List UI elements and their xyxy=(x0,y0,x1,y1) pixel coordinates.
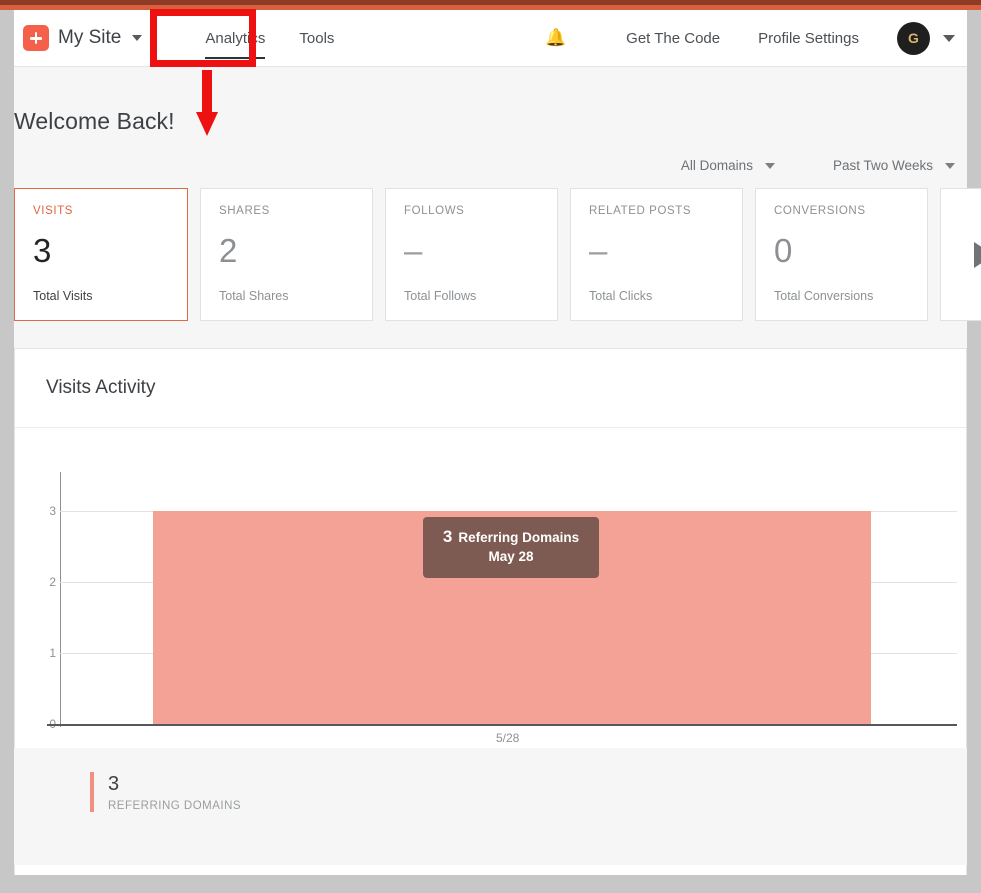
caret-down-icon xyxy=(945,162,955,169)
stat-card-label: VISITS xyxy=(33,205,74,217)
legend-color-swatch xyxy=(90,772,94,812)
chart-tooltip-line1: 3 Referring Domains xyxy=(441,527,581,547)
chart-x-axis xyxy=(47,724,957,726)
play-triangle-right-icon xyxy=(974,241,981,268)
chart-tooltip: 3 Referring Domains May 28 xyxy=(423,517,599,578)
stat-card-value: – xyxy=(404,232,423,269)
stat-card-label: SHARES xyxy=(219,205,270,217)
chart-x-tick-label: 5/28 xyxy=(496,731,520,745)
date-range-label: Past Two Weeks xyxy=(832,158,933,173)
panel-title: Visits Activity xyxy=(15,349,966,428)
chart-tooltip-date: May 28 xyxy=(488,549,534,564)
site-name-label: My Site xyxy=(58,27,122,48)
chart-tooltip-value: 3 xyxy=(442,527,453,546)
nav-item-tools-label: Tools xyxy=(299,29,335,47)
header-right-cluster: 🔔 Get The Code Profile Settings G xyxy=(545,21,967,55)
stat-card-conversions[interactable]: CONVERSIONS 0 Total Conversions xyxy=(755,188,928,321)
legend-label: REFERRING DOMAINS xyxy=(108,800,242,812)
bell-icon[interactable]: 🔔 xyxy=(545,28,566,48)
stat-card-visits[interactable]: VISITS 3 Total Visits xyxy=(14,188,188,321)
stat-card-desc: Total Follows xyxy=(404,289,477,303)
chevron-down-icon xyxy=(132,35,143,41)
stat-card-label: CONVERSIONS xyxy=(774,205,866,217)
bar-chart: 3 2 1 0 5/28 3Referring Domains May 28 xyxy=(14,472,967,745)
date-range-dropdown[interactable]: Past Two Weeks xyxy=(833,158,955,173)
stat-card-label: FOLLOWS xyxy=(404,205,465,217)
page-footer-band xyxy=(14,875,967,893)
nav-item-tools[interactable]: Tools xyxy=(282,10,351,67)
stat-card-follows[interactable]: FOLLOWS – Total Follows xyxy=(385,188,558,321)
chart-y-tick-label: 3 xyxy=(49,504,56,518)
screenshot-root: My Site Analytics Tools 🔔 Get The Code P… xyxy=(0,0,981,893)
chart-tooltip-label: Referring Domains xyxy=(458,530,580,545)
stat-card-desc: Total Visits xyxy=(33,289,93,303)
app-header: My Site Analytics Tools 🔔 Get The Code P… xyxy=(14,10,967,67)
chevron-down-icon[interactable] xyxy=(943,34,955,42)
stat-card-related-posts[interactable]: RELATED POSTS – Total Clicks xyxy=(570,188,743,321)
stat-card-desc: Total Shares xyxy=(219,289,289,303)
site-switcher[interactable]: My Site xyxy=(23,25,143,51)
avatar[interactable]: G xyxy=(897,21,930,55)
chart-legend-summary: 3 REFERRING DOMAINS xyxy=(90,772,241,812)
nav-item-analytics[interactable]: Analytics xyxy=(188,10,282,67)
page-gutter-right xyxy=(967,10,981,893)
stat-card-desc: Total Clicks xyxy=(589,289,653,303)
get-the-code-link[interactable]: Get The Code xyxy=(626,30,720,47)
down-arrow-icon xyxy=(196,70,218,136)
stat-card-value: 0 xyxy=(774,232,793,269)
page-title: Welcome Back! xyxy=(14,108,175,134)
stat-card-label: RELATED POSTS xyxy=(589,205,692,217)
stat-card-value: – xyxy=(589,232,608,269)
legend-value: 3 xyxy=(108,773,120,795)
main-nav: Analytics Tools xyxy=(188,10,351,67)
chart-y-tick-label: 2 xyxy=(49,575,56,589)
stat-card-desc: Total Conversions xyxy=(774,289,874,303)
caret-down-icon xyxy=(764,162,775,169)
chart-y-tick-label: 1 xyxy=(49,646,56,660)
page-gutter-left xyxy=(0,10,14,893)
domain-filter-dropdown[interactable]: All Domains xyxy=(681,158,775,173)
legend-text-block: 3 REFERRING DOMAINS xyxy=(108,772,241,812)
filter-bar: All Domains Past Two Weeks xyxy=(681,158,955,173)
stat-card-value: 3 xyxy=(33,232,52,269)
stat-card-shares[interactable]: SHARES 2 Total Shares xyxy=(200,188,373,321)
plus-square-icon xyxy=(23,25,49,51)
stat-cards-next-button[interactable] xyxy=(940,188,981,321)
profile-settings-link[interactable]: Profile Settings xyxy=(758,30,859,47)
nav-item-analytics-label: Analytics xyxy=(205,29,266,47)
stat-cards-row: VISITS 3 Total Visits SHARES 2 Total Sha… xyxy=(14,188,981,322)
stat-card-value: 2 xyxy=(219,232,238,269)
domain-filter-label: All Domains xyxy=(680,158,753,173)
page-surface: My Site Analytics Tools 🔔 Get The Code P… xyxy=(14,10,981,893)
